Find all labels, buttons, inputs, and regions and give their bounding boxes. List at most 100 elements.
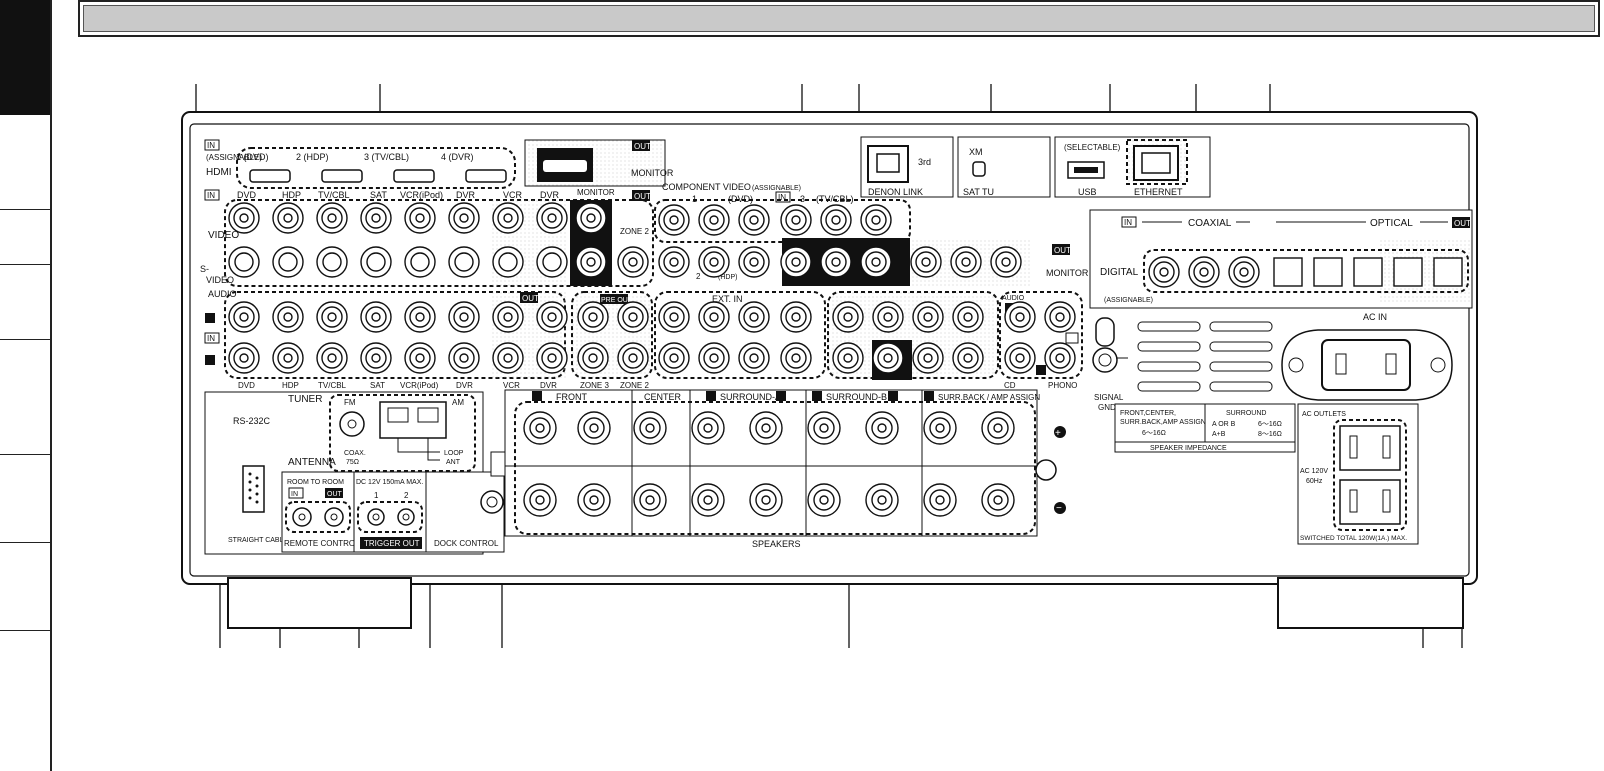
ac-voltage-2: 60Hz [1306, 478, 1323, 485]
sat-tu-xm: XM [969, 147, 983, 157]
room-in-badge: IN [291, 491, 298, 498]
tuner-coax-2: 75Ω [346, 459, 359, 466]
svideo-label: S- [200, 264, 209, 274]
room-to-room-title: ROOM TO ROOM [287, 479, 344, 486]
component-input-2: 2 [696, 272, 701, 281]
impedance-v2: 8～16Ω [1258, 431, 1282, 438]
component-monitor: MONITOR [1046, 268, 1089, 278]
ac-outlets-section: AC OUTLETS AC 120V 60Hz SWITCHED TOTAL 1… [1297, 403, 1419, 545]
tuner-am: AM [452, 398, 464, 407]
hdmi-label: HDMI [206, 167, 232, 178]
impedance-a-or-b: A OR B [1212, 421, 1236, 428]
sat-tu-port: XM SAT TU [957, 136, 1051, 198]
video-label-tvcbl: TV/CBL [318, 190, 350, 200]
dock-control-label: DOCK CONTROL [434, 539, 499, 548]
tuner-coax: COAX. [344, 450, 366, 457]
room-out-badge: OUT [327, 491, 343, 498]
trigger-port-2: 2 [404, 491, 409, 500]
speaker-group-surrback: SURR.BACK / AMP ASSIGN [938, 393, 1040, 402]
rs232c-label: RS-232C [233, 416, 271, 426]
video-label-dvd: DVD [237, 190, 257, 200]
impedance-v1: 6～16Ω [1258, 421, 1282, 428]
hdmi-input-4: 4 (DVR) [441, 152, 474, 162]
tuner-fm: FM [344, 398, 356, 407]
plus-sign: + [1055, 428, 1061, 439]
video-label-vcr-out: VCR [503, 190, 523, 200]
audio-bottom-label: TV/CBL [318, 381, 347, 390]
hdmi-input-3: 3 (TV/CBL) [364, 152, 409, 162]
impedance-col1: FRONT,CENTER, [1120, 410, 1176, 417]
impedance-ab: A+B [1212, 431, 1226, 438]
minus-sign: − [1056, 503, 1062, 514]
audio-bottom-label: ZONE 3 [580, 381, 609, 390]
speaker-group-front: FRONT [556, 392, 587, 402]
ac-voltage: AC 120V [1300, 468, 1328, 475]
audio-bottom-label: DVR [456, 381, 473, 390]
audio-out-badge: OUT [522, 294, 539, 303]
video-label-monitor: MONITOR [577, 188, 615, 197]
component-title: COMPONENT VIDEO [662, 182, 751, 192]
optical-jack [1353, 257, 1383, 287]
audio-bottom-label: DVR [540, 381, 557, 390]
digital-label: DIGITAL [1100, 267, 1139, 278]
usb-label: USB [1078, 187, 1097, 197]
audio-in-badge: IN [207, 334, 215, 343]
trigger-port-1: 1 [374, 491, 379, 500]
audio-bottom-label: HDP [282, 381, 299, 390]
digital-in-badge: IN [1124, 218, 1132, 227]
impedance-label: SPEAKER IMPEDANCE [1150, 445, 1227, 452]
digital-out-badge: OUT [1454, 219, 1471, 228]
ac-outlets-label: AC OUTLETS [1302, 411, 1346, 418]
denon-link-third: 3rd [918, 157, 931, 167]
video-label-sat: SAT [370, 190, 387, 200]
audio-bottom-label: ZONE 2 [620, 381, 649, 390]
optical-jack [1393, 257, 1423, 287]
ethernet-label: ETHERNET [1134, 187, 1183, 197]
audio-phono: PHONO [1048, 381, 1077, 390]
hdmi-out-badge: OUT [634, 142, 651, 151]
foot-left [227, 577, 412, 629]
audio-bottom-label: DVD [238, 381, 255, 390]
dock-control-section: DOCK CONTROL [425, 471, 505, 553]
signal-gnd-label: SIGNAL [1094, 393, 1124, 402]
impedance-col1-3: 6～16Ω [1142, 430, 1166, 437]
rs232c-cable: STRAIGHT CABLE [228, 537, 288, 544]
audio-bottom-label: SAT [370, 381, 385, 390]
sat-tu-label: SAT TU [963, 187, 994, 197]
video-label: VIDEO [208, 230, 239, 241]
impedance-surround: SURROUND [1226, 410, 1266, 417]
hdmi-monitor: MONITOR [631, 168, 674, 178]
audio-bottom-label: VCR(iPod) [400, 381, 439, 390]
speaker-group-surround-a: SURROUND-A [720, 392, 781, 402]
ac-in-label: AC IN [1363, 312, 1387, 322]
hdmi-in-badge: IN [207, 141, 215, 150]
digital-optical: OPTICAL [1370, 218, 1413, 229]
speakers-label: SPEAKERS [752, 539, 801, 549]
room-to-room-section: ROOM TO ROOM IN OUT REMOTE CONTROL [281, 471, 360, 553]
denon-link-label: DENON LINK [868, 187, 923, 197]
audio-small-label: AUDIO [1002, 295, 1025, 302]
video-zone2: ZONE 2 [620, 227, 649, 236]
hdmi-input-2: 2 (HDP) [296, 152, 329, 162]
digital-coaxial: COAXIAL [1188, 218, 1232, 229]
trigger-out-section: DC 12V 150mA MAX. 1 2 TRIGGER OUT [353, 471, 427, 553]
signal-gnd-label-2: GND [1098, 403, 1116, 412]
tuner-label: TUNER [288, 394, 322, 405]
video-label-dvr-out: DVR [540, 190, 560, 200]
svideo-label-2: VIDEO [206, 275, 234, 285]
remote-control-label: REMOTE CONTROL [284, 539, 360, 548]
tuner-loop-2: ANT [446, 459, 461, 466]
optical-jack [1313, 257, 1343, 287]
video-label-hdp: HDP [282, 190, 301, 200]
digital-assignable: (ASSIGNABLE) [1104, 297, 1153, 304]
ac-outlets-switched: SWITCHED TOTAL 120W(1A.) MAX. [1300, 535, 1407, 542]
usb-ethernet-area: (SELECTABLE) USB ETHERNET [1054, 136, 1211, 198]
usb-selectable: (SELECTABLE) [1064, 143, 1121, 152]
rear-panel-diagram: IN (ASSIGNABLE) HDMI 1 (DVD) 2 (HDP) 3 (… [181, 84, 1478, 648]
audio-cd: CD [1004, 381, 1016, 390]
optical-jack [1433, 257, 1463, 287]
digital-audio-section: IN COAXIAL OPTICAL OUT DIGITAL (ASSIGNAB… [1089, 209, 1473, 309]
audio-label: AUDIO [208, 289, 237, 299]
audio-bottom-label: VCR [503, 381, 520, 390]
trigger-out-label: TRIGGER OUT [364, 539, 420, 548]
